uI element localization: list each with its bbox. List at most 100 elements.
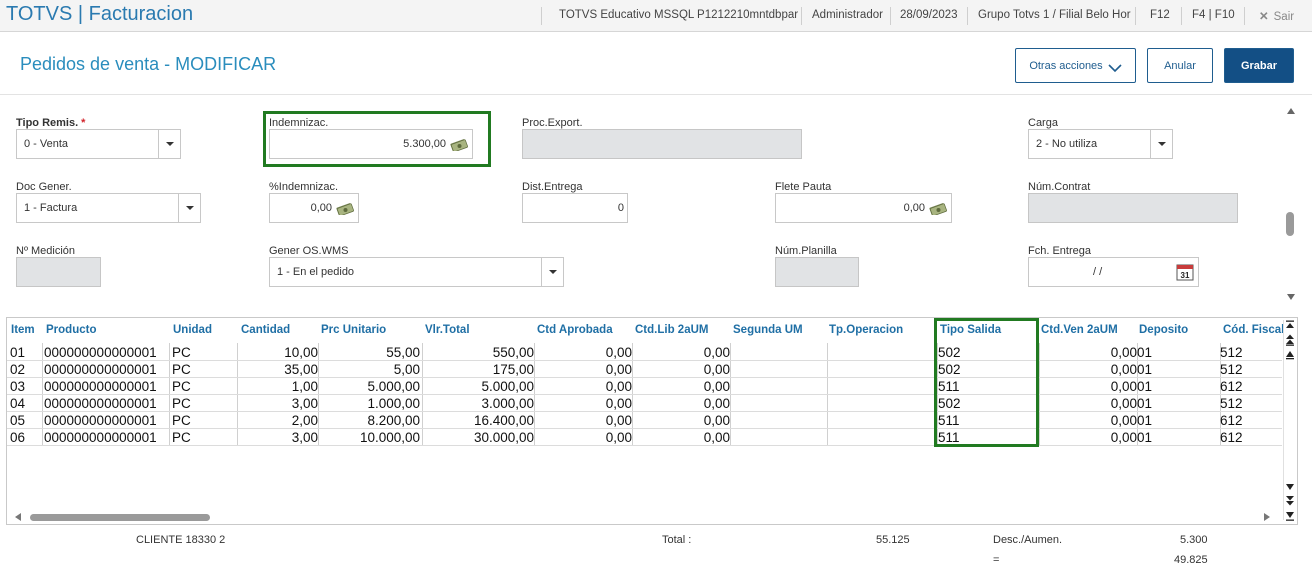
cell-ctd-lib-2aum[interactable]: 0,00 [635,429,730,446]
cell-unidad[interactable]: PC [172,429,232,446]
cell-deposito[interactable]: 01 [1137,361,1220,378]
last-record-icon[interactable] [1284,510,1296,522]
cell-prc-unitario[interactable]: 5,00 [320,361,420,378]
f12-button[interactable]: F12 [1150,9,1170,21]
cell-producto[interactable]: 000000000000001 [44,361,165,378]
cell-tp-operacion[interactable] [829,344,937,361]
cell-tp-operacion[interactable] [829,378,937,395]
cell-segunda-um[interactable] [733,395,827,412]
cell-vlr-total[interactable]: 30.000,00 [424,429,534,446]
cell-producto[interactable]: 000000000000001 [44,395,165,412]
cell-ctd-aprobada[interactable]: 0,00 [537,361,632,378]
cell-item[interactable]: 02 [10,361,42,378]
table-row[interactable]: 01 000000000000001 PC 10,00 55,00 550,00 0,00 0… [7,344,1282,361]
chevron-down-icon[interactable] [158,130,180,158]
doc-gener-select[interactable]: 1 - Factura [16,193,201,223]
money-icon[interactable] [336,201,354,215]
chevron-down-icon[interactable] [178,194,200,222]
cell-prc-unitario[interactable]: 8.200,00 [320,412,420,429]
flete-pauta-field[interactable]: 0,00 [775,193,952,223]
cell-cod-fiscal[interactable]: 512 [1220,361,1282,378]
cell-item[interactable]: 03 [10,378,42,395]
cell-ctd-lib-2aum[interactable]: 0,00 [635,344,730,361]
chevron-down-icon[interactable] [1150,130,1172,158]
cell-unidad[interactable]: PC [172,395,232,412]
column-header-vlr-total[interactable]: Vlr.Total [425,324,470,336]
cell-cod-fiscal[interactable]: 612 [1220,378,1282,395]
calendar-icon[interactable]: 31 [1176,263,1194,281]
cell-deposito[interactable]: 01 [1137,378,1220,395]
horizontal-scrollbar[interactable] [6,510,1281,524]
table-row[interactable]: 04 000000000000001 PC 3,00 1.000,00 3.000,00 0… [7,395,1282,412]
cell-tp-operacion[interactable] [829,429,937,446]
pct-indemnizac-field[interactable]: 0,00 [269,193,359,223]
column-header-cod-fiscal[interactable]: Cód. Fiscal [1223,324,1284,336]
form-scrollbar[interactable] [1284,104,1298,304]
cell-deposito[interactable]: 01 [1137,429,1220,446]
cell-ctd-lib-2aum[interactable]: 0,00 [635,412,730,429]
cell-vlr-total[interactable]: 3.000,00 [424,395,534,412]
table-row[interactable]: 03 000000000000001 PC 1,00 5.000,00 5.000,00 0… [7,378,1282,395]
column-header-producto[interactable]: Producto [46,324,96,336]
cell-item[interactable]: 06 [10,429,42,446]
cell-item[interactable]: 01 [10,344,42,361]
chevron-down-icon[interactable] [541,258,563,286]
scroll-up-icon[interactable] [1287,108,1295,114]
cell-cod-fiscal[interactable]: 612 [1220,429,1282,446]
cell-ctd-lib-2aum[interactable]: 0,00 [635,395,730,412]
page-down-icon[interactable] [1284,495,1296,507]
cell-ctd-aprobada[interactable]: 0,00 [537,395,632,412]
cell-tp-operacion[interactable] [829,361,937,378]
cell-vlr-total[interactable]: 16.400,00 [424,412,534,429]
cell-ctd-aprobada[interactable]: 0,00 [537,412,632,429]
cell-segunda-um[interactable] [733,412,827,429]
table-row[interactable]: 06 000000000000001 PC 3,00 10.000,00 30.000,0… [7,429,1282,446]
cell-ctd-ven-2aum[interactable]: 0,00 [1039,429,1137,446]
cell-ctd-ven-2aum[interactable]: 0,00 [1039,412,1137,429]
gener-os-wms-select[interactable]: 1 - En el pedido [269,257,564,287]
column-header-deposito[interactable]: Deposito [1139,324,1188,336]
branch-label[interactable]: Grupo Totvs 1 / Filial Belo Hor [978,9,1131,21]
grid-scrollbar[interactable] [1283,320,1297,522]
scroll-down-icon[interactable] [1287,294,1295,300]
scroll-thumb[interactable] [30,514,210,521]
cell-deposito[interactable]: 01 [1137,412,1220,429]
cell-vlr-total[interactable]: 5.000,00 [424,378,534,395]
scroll-thumb[interactable] [1286,212,1294,236]
cell-prc-unitario[interactable]: 1.000,00 [320,395,420,412]
cell-cantidad[interactable]: 2,00 [240,412,318,429]
exit-button[interactable]: ✕ Sair [1259,9,1294,23]
cell-cod-fiscal[interactable]: 512 [1220,344,1282,361]
fch-entrega-field[interactable]: / / 31 [1028,257,1199,287]
scroll-left-icon[interactable] [15,513,21,521]
column-header-prc-unitario[interactable]: Prc Unitario [321,324,386,336]
carga-select[interactable]: 2 - No utiliza [1028,129,1173,159]
page-up-icon[interactable] [1284,334,1296,346]
cell-ctd-aprobada[interactable]: 0,00 [537,378,632,395]
cell-producto[interactable]: 000000000000001 [44,429,165,446]
cell-segunda-um[interactable] [733,344,827,361]
table-row[interactable]: 02 000000000000001 PC 35,00 5,00 175,00 0,00 0,… [7,361,1282,378]
cell-ctd-lib-2aum[interactable]: 0,00 [635,378,730,395]
cell-unidad[interactable]: PC [172,378,232,395]
cell-tp-operacion[interactable] [829,412,937,429]
cell-ctd-ven-2aum[interactable]: 0,00 [1039,378,1137,395]
cell-ctd-aprobada[interactable]: 0,00 [537,429,632,446]
scroll-right-icon[interactable] [1264,513,1270,521]
f4-f10-button[interactable]: F4 | F10 [1192,9,1235,21]
column-header-ctd-lib-2aum[interactable]: Ctd.Lib 2aUM [635,324,708,336]
cell-deposito[interactable]: 01 [1137,395,1220,412]
cell-cantidad[interactable]: 10,00 [240,344,318,361]
other-actions-button[interactable]: Otras acciones [1015,48,1136,83]
cell-ctd-ven-2aum[interactable]: 0,00 [1039,395,1137,412]
cell-cantidad[interactable]: 35,00 [240,361,318,378]
cell-vlr-total[interactable]: 175,00 [424,361,534,378]
cell-item[interactable]: 05 [10,412,42,429]
cell-ctd-ven-2aum[interactable]: 0,00 [1039,344,1137,361]
next-record-icon[interactable] [1284,481,1296,493]
cell-prc-unitario[interactable]: 55,00 [320,344,420,361]
cell-ctd-ven-2aum[interactable]: 0,00 [1039,361,1137,378]
cell-segunda-um[interactable] [733,378,827,395]
cell-segunda-um[interactable] [733,429,827,446]
cell-cantidad[interactable]: 1,00 [240,378,318,395]
